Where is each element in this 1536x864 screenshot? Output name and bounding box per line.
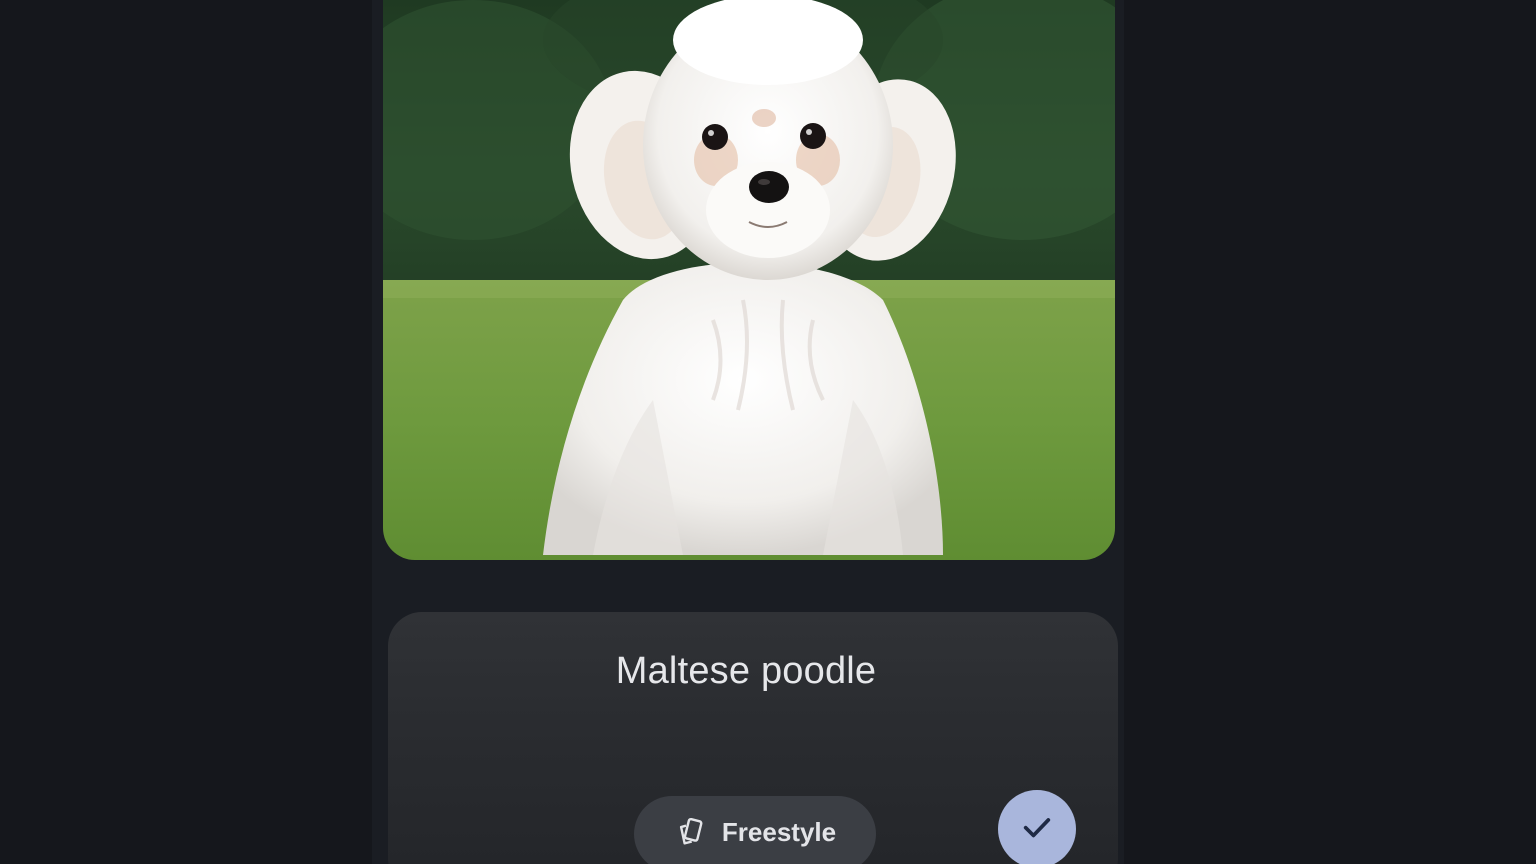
style-chip-button[interactable]: Freestyle (634, 796, 876, 864)
checkmark-icon (1023, 818, 1051, 838)
style-chip-label: Freestyle (721, 816, 837, 847)
screen: Maltese poodle Freestyle (0, 0, 1536, 864)
confirm-button[interactable] (998, 790, 1076, 864)
cards-icon (679, 817, 703, 845)
dog-photo (383, 0, 1115, 560)
prompt-text-container[interactable]: Maltese poodle (0, 650, 1536, 693)
generated-image[interactable] (383, 0, 1115, 560)
prompt-text[interactable]: Maltese poodle (616, 650, 877, 693)
